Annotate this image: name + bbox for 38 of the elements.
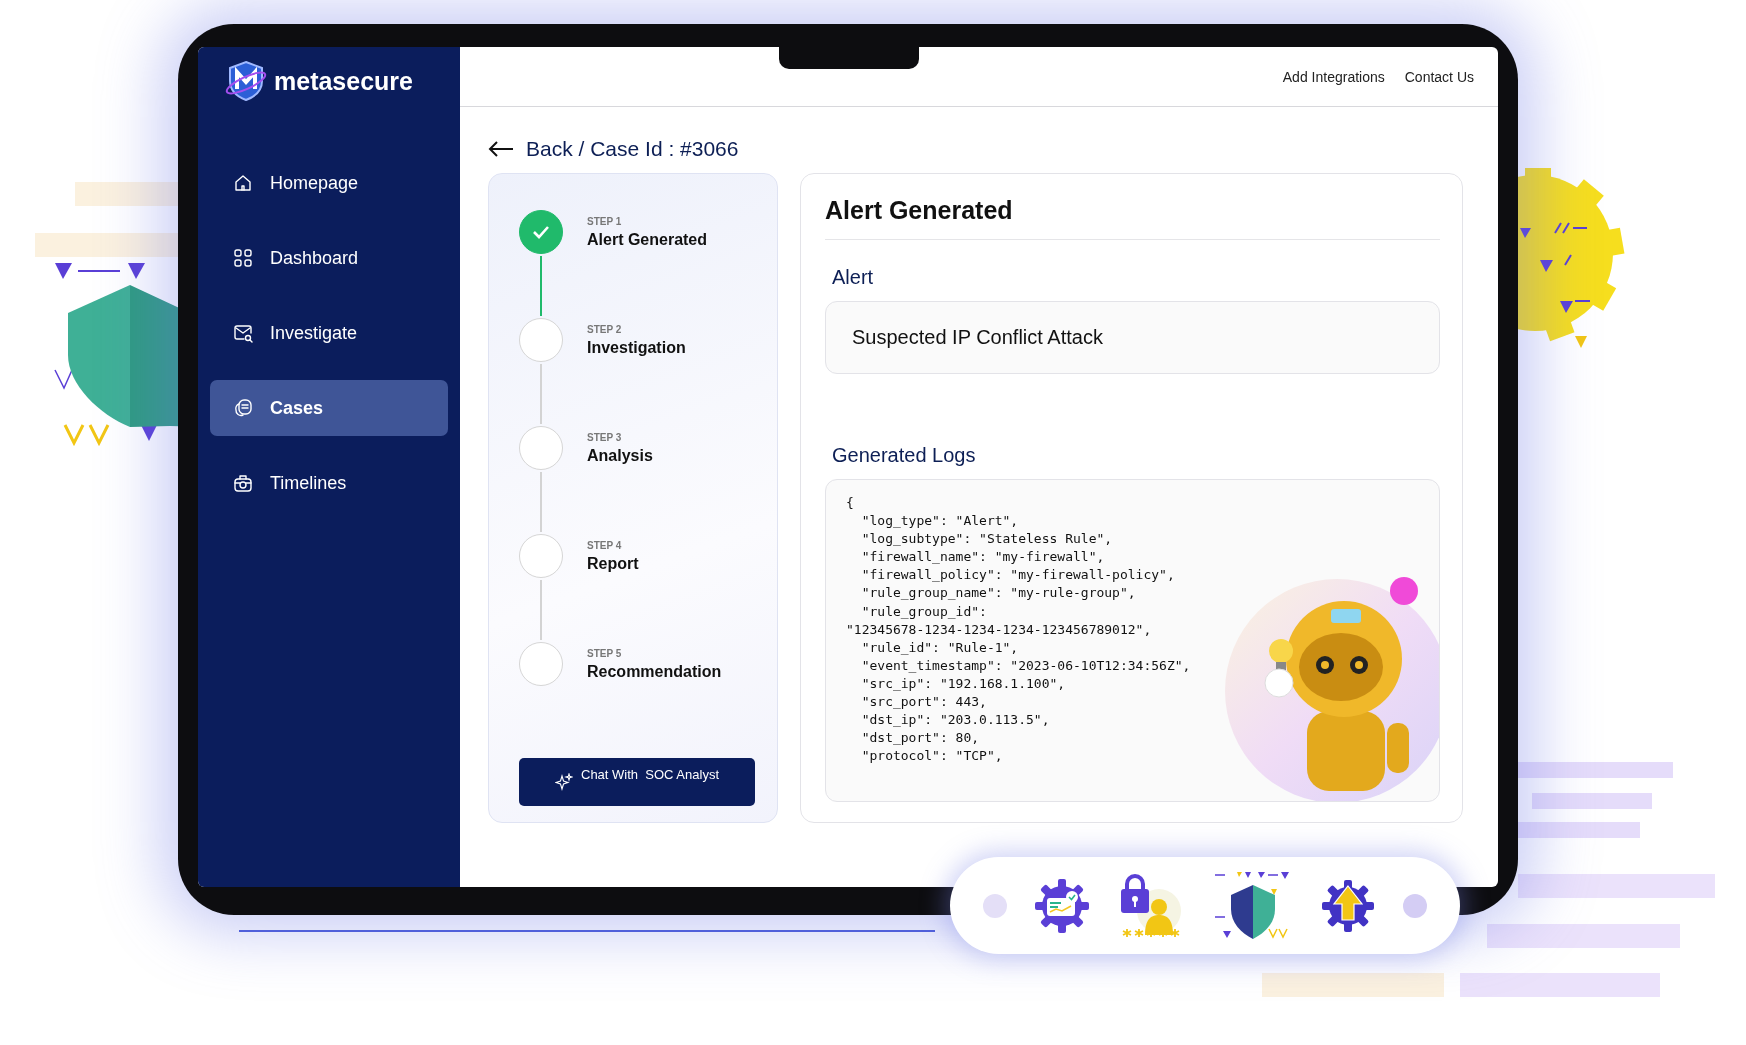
gear-with-up-arrow-icon [1319, 877, 1376, 934]
breadcrumb: Back / Case Id : #3066 [526, 137, 739, 161]
step-title: Report [587, 555, 639, 573]
step-title: Recommendation [587, 663, 722, 681]
dot-icon [1402, 893, 1427, 918]
sidebar-item[interactable]: Timelines [210, 455, 448, 511]
dot-icon [983, 893, 1008, 918]
back-arrow-icon[interactable] [488, 140, 514, 158]
sparkle-icon [555, 773, 573, 791]
step-title: Analysis [587, 447, 653, 465]
check-icon [532, 225, 550, 239]
alert-field: Suspected IP Conflict Attack [825, 301, 1440, 374]
header-link[interactable]: Contact Us [1404, 68, 1474, 85]
sidebar-item[interactable]: Cases [210, 380, 448, 436]
cards-icon [232, 397, 254, 419]
step-number: STEP 3 [587, 432, 623, 443]
grid-icon [232, 247, 254, 269]
sidebar-item[interactable]: Investigate [210, 305, 448, 361]
step-number: STEP 4 [587, 540, 623, 551]
step-number: STEP 5 [587, 648, 623, 659]
section-label: Alert [832, 266, 875, 289]
sidebar-item[interactable]: Dashboard [210, 230, 448, 286]
step-title: Alert Generated [587, 231, 708, 249]
step-title: Investigation [587, 339, 686, 357]
briefcase-icon [232, 472, 254, 494]
step-number: STEP 1 [587, 216, 623, 227]
step-number: STEP 2 [587, 324, 623, 335]
home-icon [232, 172, 254, 194]
gear-icon [1034, 877, 1090, 934]
section-label: Generated Logs [832, 444, 977, 467]
mail-search-icon [232, 322, 254, 344]
card-title: Alert Generated [825, 196, 1440, 240]
shield-logo-icon [224, 59, 268, 103]
chat-button[interactable]: Chat With SOC Analyst [519, 758, 755, 806]
sidebar-item[interactable]: Homepage [210, 155, 448, 211]
log-text: { "log_type": "Alert", "log_subtype": "Stateless Rule", "firewall_name": "my-firewall", "firewall_policy": "my-firewall-policy", "rule_group_name": "my-rule-group", "rule_group_id": "12345678-1234-1234-1234-123456789012", "rule_id": "Rule-1", "event_timestamp": "2023-06-10T12:34:56Z", "src_ip": "192.168.1.100", "src_port": 443, "dst_ip": "203.0.113.5", "dst_port": 80, "protocol": "TCP", [846, 494, 1191, 766]
brand-name: metasecure [274, 66, 413, 96]
header-link[interactable]: Add Integrations [1282, 68, 1385, 85]
